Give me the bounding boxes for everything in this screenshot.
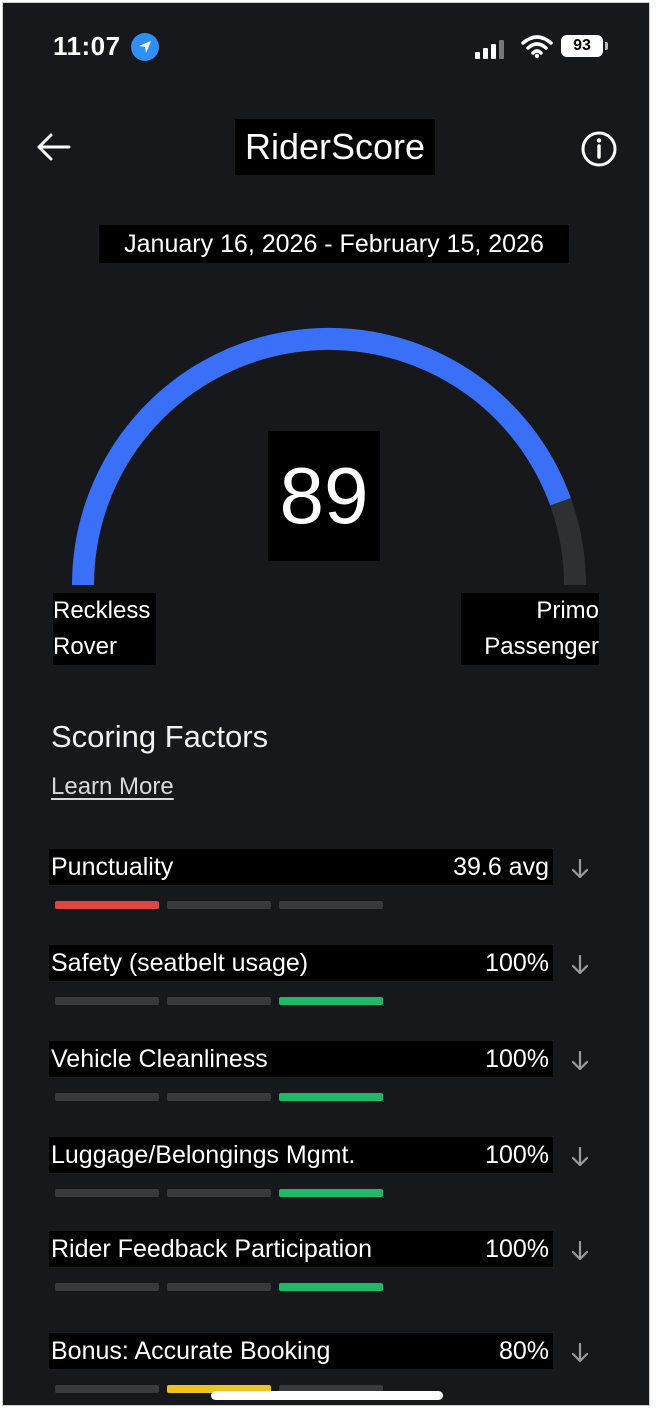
factor-label-bg: Bonus: Accurate Booking 80% [49, 1333, 553, 1369]
factor-level-segment [55, 901, 159, 909]
info-icon[interactable] [579, 129, 619, 169]
factor-value: 100% [485, 1235, 549, 1263]
rider-score-value: 89 [268, 431, 380, 561]
factor-level-segment [167, 997, 271, 1005]
factor-level-segment [279, 1093, 383, 1101]
gauge-max-label: Primo Passenger [461, 593, 599, 665]
factor-value: 100% [485, 1141, 549, 1169]
arrow-down-icon[interactable] [569, 857, 591, 881]
battery-icon: 93 [561, 35, 608, 57]
home-indicator[interactable] [211, 1391, 443, 1400]
page-title: RiderScore [235, 119, 435, 175]
factor-name: Safety (seatbelt usage) [51, 949, 309, 977]
factor-value: 100% [485, 1045, 549, 1073]
factor-level-segment [279, 997, 383, 1005]
gauge-min-label: Reckless Rover [53, 593, 157, 665]
factor-level-segment [55, 1093, 159, 1101]
arrow-down-icon[interactable] [569, 1239, 591, 1263]
location-arrow-icon [131, 33, 159, 61]
factor-level-segment [167, 1283, 271, 1291]
factor-name: Punctuality [51, 853, 174, 881]
scoring-factor-row[interactable]: Vehicle Cleanliness 100% [49, 1041, 589, 1113]
factor-value: 39.6 avg [453, 853, 549, 881]
arrow-down-icon[interactable] [569, 1145, 591, 1169]
arrow-down-icon[interactable] [569, 1049, 591, 1073]
factor-label-bg: Safety (seatbelt usage) 100% [49, 945, 553, 981]
cellular-signal-icon [475, 37, 509, 59]
factor-label-bg: Luggage/Belongings Mgmt. 100% [49, 1137, 553, 1173]
factor-level-segment [279, 901, 383, 909]
factor-label-bg: Punctuality 39.6 avg [49, 849, 553, 885]
learn-more-link[interactable]: Learn More [51, 773, 174, 801]
factor-level-segment [55, 1189, 159, 1197]
factor-label-bg: Vehicle Cleanliness 100% [49, 1041, 553, 1077]
factor-name: Rider Feedback Participation [51, 1235, 372, 1263]
scoring-factor-row[interactable]: Rider Feedback Participation 100% [49, 1231, 589, 1303]
factor-value: 80% [498, 1337, 549, 1365]
factor-level-segment [55, 997, 159, 1005]
date-range: January 16, 2026 - February 15, 2026 [99, 225, 569, 263]
factor-level-segment [279, 1189, 383, 1197]
phone-screen: 11:07 93 RiderScore January 16, 2026 - F… [2, 2, 650, 1406]
factor-level-segment [55, 1385, 159, 1393]
factor-value: 100% [485, 949, 549, 977]
factor-level-segment [167, 1189, 271, 1197]
scoring-factor-row[interactable]: Safety (seatbelt usage) 100% [49, 945, 589, 1017]
factor-name: Luggage/Belongings Mgmt. [51, 1141, 356, 1169]
arrow-down-icon[interactable] [569, 953, 591, 977]
factor-level-segment [279, 1283, 383, 1291]
status-time: 11:07 [53, 31, 121, 61]
factor-name: Bonus: Accurate Booking [51, 1337, 331, 1365]
wifi-icon [521, 35, 553, 59]
scoring-factor-row[interactable]: Luggage/Belongings Mgmt. 100% [49, 1137, 589, 1209]
factor-level-segment [167, 1093, 271, 1101]
factor-level-segment [55, 1283, 159, 1291]
arrow-down-icon[interactable] [569, 1341, 591, 1365]
factor-name: Vehicle Cleanliness [51, 1045, 268, 1073]
factor-level-segment [167, 901, 271, 909]
scoring-factors-heading: Scoring Factors [51, 719, 269, 754]
scoring-factor-row[interactable]: Punctuality 39.6 avg [49, 849, 589, 921]
status-bar: 11:07 93 [3, 31, 649, 71]
back-arrow-icon[interactable] [33, 127, 73, 167]
factor-label-bg: Rider Feedback Participation 100% [49, 1231, 553, 1267]
